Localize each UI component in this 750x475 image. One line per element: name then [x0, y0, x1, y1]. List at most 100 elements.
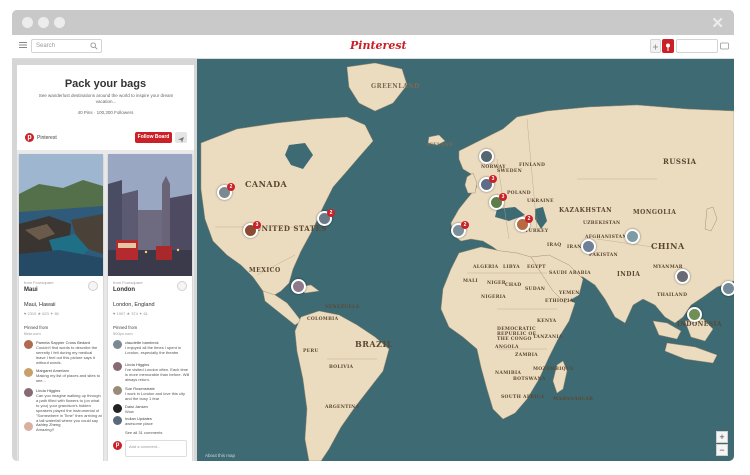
- label-canada: CANADA: [245, 179, 288, 189]
- map-pin-philippines[interactable]: [721, 281, 734, 296]
- add-comment-input[interactable]: Add a comment...: [125, 440, 187, 457]
- comment-text: I work in London and love this city and …: [125, 391, 186, 401]
- send-button[interactable]: [175, 132, 187, 143]
- label-madagascar: MADAGASCAR: [553, 397, 594, 402]
- add-pin-button[interactable]: [650, 39, 661, 53]
- map-pin-east-us[interactable]: 2: [317, 209, 335, 226]
- board-panel: Pack your bags See wanderlust destinatio…: [17, 65, 194, 461]
- pin-source[interactable]: from Foursquare: [113, 280, 143, 285]
- label-china: CHINA: [651, 241, 685, 251]
- label-poland: POLAND: [507, 191, 531, 196]
- map-pin-mexico[interactable]: [291, 279, 306, 294]
- label-kenya: KENYA: [537, 319, 557, 324]
- browser-window: ✕ Search Pinterest GREENLAND CANADA UNIT…: [12, 10, 734, 461]
- label-sudan: SUDAN: [525, 287, 546, 292]
- label-norway: NORWAY: [481, 165, 506, 170]
- pin-place: London, England: [113, 302, 155, 308]
- map-pin-scandinavia[interactable]: [479, 149, 494, 164]
- label-iraq: IRAQ: [547, 243, 562, 248]
- close-icon[interactable]: ✕: [711, 14, 724, 32]
- pinterest-logo[interactable]: Pinterest: [350, 39, 407, 53]
- pin-title[interactable]: London: [113, 287, 135, 293]
- window-minimize-dot[interactable]: [38, 17, 49, 28]
- label-dr-congo: DEMOCRATIC REPUBLIC OF THE CONGO: [497, 327, 537, 342]
- label-ukraine: UKRAINE: [527, 199, 554, 204]
- map-pin-alaska[interactable]: 2: [217, 183, 235, 200]
- map-pin-thailand[interactable]: [675, 269, 690, 284]
- map-pin-paris[interactable]: 3: [489, 193, 507, 210]
- label-iceland: ICELAND: [427, 143, 453, 148]
- pin-place: Maui, Hawaii: [24, 302, 56, 308]
- avatar[interactable]: [113, 386, 122, 395]
- about-map-link[interactable]: About this map: [205, 453, 235, 458]
- avatar[interactable]: [113, 416, 122, 425]
- pin-title[interactable]: Maui: [24, 287, 38, 293]
- label-brazil: BRAZIL: [355, 339, 393, 349]
- world-map[interactable]: GREENLAND CANADA UNITED STATES MEXICO VE…: [197, 59, 734, 461]
- label-greenland: GREENLAND: [371, 83, 420, 90]
- pin-icon: [666, 43, 670, 51]
- label-uzbekistan: UZBEKISTAN: [583, 221, 621, 226]
- map-pin-iberia[interactable]: 2: [451, 221, 469, 238]
- map-pin-west-us[interactable]: 3: [243, 221, 261, 238]
- avatar[interactable]: [113, 362, 122, 371]
- label-south-africa: SOUTH AFRICA: [501, 395, 545, 400]
- avatar[interactable]: [24, 388, 33, 397]
- notifications-button[interactable]: [662, 39, 674, 53]
- window-close-dot[interactable]: [22, 17, 33, 28]
- label-united-states: UNITED STATES: [255, 224, 327, 233]
- pinterest-avatar-icon[interactable]: p: [25, 133, 34, 142]
- avatar[interactable]: [24, 340, 33, 349]
- zoom-in-button[interactable]: +: [716, 431, 728, 443]
- app-header: Search Pinterest: [12, 35, 734, 59]
- pin-image-london[interactable]: [108, 154, 192, 276]
- board-stats: 40 Pins · 100,300 Followers: [77, 110, 134, 115]
- window-maximize-dot[interactable]: [54, 17, 65, 28]
- map-pin-middle-east[interactable]: [581, 239, 596, 254]
- label-mozambique: MOZAMBIQUE: [533, 367, 574, 372]
- label-zambia: ZAMBIA: [515, 353, 538, 358]
- comment-text: Making my list of places and sites to se…: [36, 373, 101, 383]
- avatar[interactable]: [113, 404, 122, 413]
- avatar[interactable]: [24, 368, 33, 377]
- like-icon[interactable]: [177, 281, 187, 291]
- label-botswana: BOTSWANA: [513, 377, 546, 382]
- messages-button[interactable]: [720, 39, 730, 53]
- label-mongolia: MONGOLIA: [633, 209, 677, 216]
- like-icon[interactable]: [88, 281, 98, 291]
- label-mali: MALI: [463, 279, 478, 284]
- board-owner[interactable]: Pinterest: [37, 135, 57, 141]
- pinned-from-site[interactable]: flickr.com: [24, 331, 41, 336]
- map-land: [200, 62, 734, 461]
- map-pin-indonesia[interactable]: [687, 307, 702, 322]
- label-turkey: TURKEY: [525, 229, 549, 234]
- label-pakistan: PAKISTAN: [589, 253, 618, 258]
- label-venezuela: VENEZUELA: [325, 305, 360, 310]
- search-input[interactable]: Search: [31, 39, 102, 53]
- title-bar: ✕: [12, 10, 734, 35]
- map-pin-london[interactable]: 3: [479, 175, 497, 192]
- profile-button[interactable]: [676, 39, 718, 53]
- pin-card-maui[interactable]: from Foursquare Maui Maui, Hawaii ♥ 2319…: [19, 154, 103, 461]
- comment-text: awesome place: [125, 421, 153, 426]
- pin-source[interactable]: from Foursquare: [24, 280, 54, 285]
- search-placeholder: Search: [36, 43, 56, 49]
- avatar[interactable]: [113, 340, 122, 349]
- zoom-out-button[interactable]: −: [716, 444, 728, 456]
- see-all-comments-link[interactable]: See all 31 comments: [125, 430, 162, 435]
- avatar[interactable]: [24, 422, 33, 431]
- pinned-from-site[interactable]: 500px.com: [113, 331, 133, 336]
- menu-icon[interactable]: [18, 40, 28, 50]
- board-header: Pack your bags See wanderlust destinatio…: [17, 65, 194, 150]
- pin-stats: ♥ 1907 ★ 374 ✦ 61: [113, 311, 148, 316]
- label-ethiopia: ETHIOPIA: [545, 299, 574, 304]
- board-description: See wanderlust destinations around the w…: [38, 93, 174, 104]
- map-pin-tibet[interactable]: [625, 229, 640, 244]
- pinned-from-label: Pinned from: [113, 325, 138, 330]
- map-pin-italy[interactable]: 2: [515, 215, 533, 232]
- follow-board-button[interactable]: Follow Board: [135, 132, 172, 143]
- pin-card-london[interactable]: from Foursquare London London, England ♥…: [108, 154, 192, 461]
- search-icon[interactable]: [90, 42, 98, 50]
- pin-image-maui[interactable]: [19, 154, 103, 276]
- current-user-avatar: p: [113, 441, 122, 450]
